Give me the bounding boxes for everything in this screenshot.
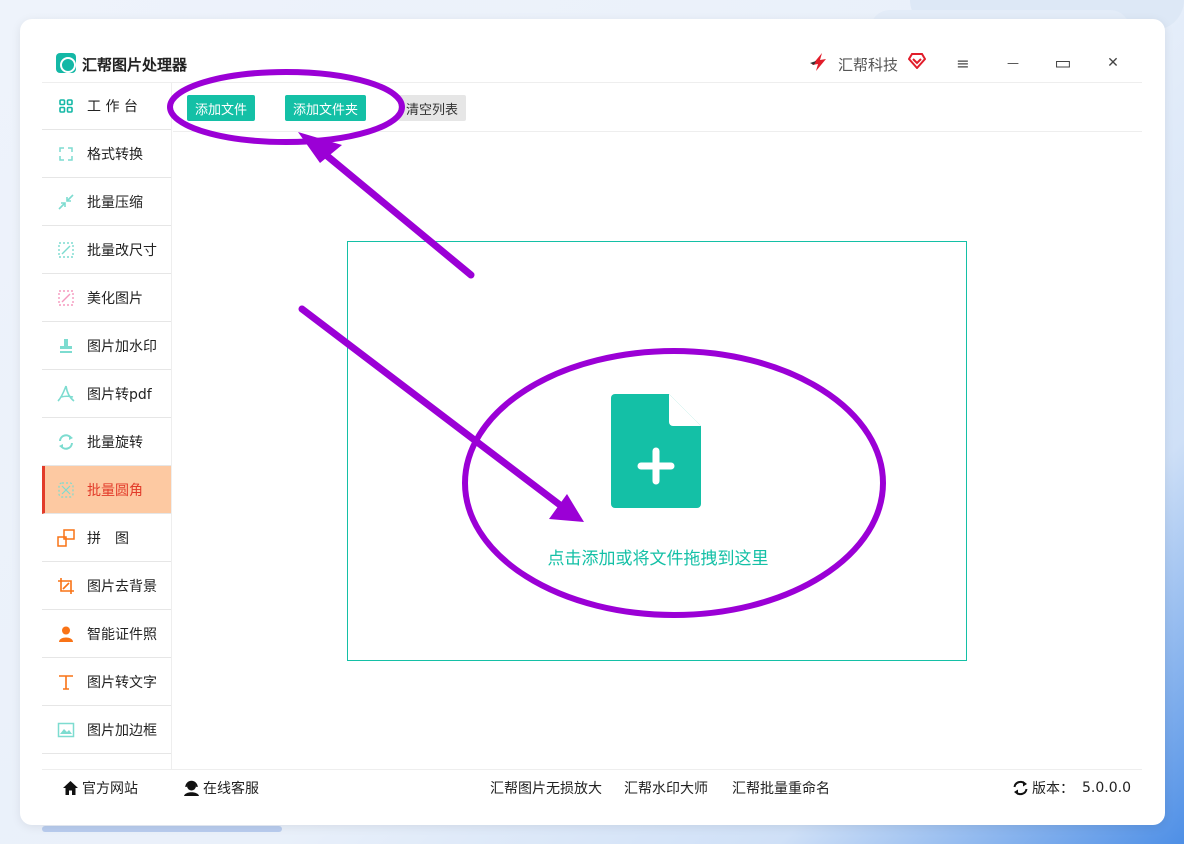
sidebar-item-batch-rotate[interactable]: 批量旋转 — [42, 418, 171, 466]
sidebar-item-to-text[interactable]: 图片转文字 — [42, 658, 171, 706]
grid-icon — [56, 96, 76, 116]
rotate-icon — [56, 432, 76, 452]
app-logo-icon — [56, 53, 76, 73]
sidebar-item-label: 批量旋转 — [87, 434, 143, 451]
support-agent-icon — [184, 780, 199, 796]
sidebar-item-add-border[interactable]: 图片加边框 — [42, 706, 171, 754]
home-icon — [63, 781, 78, 795]
refresh-icon — [1013, 780, 1028, 796]
app-window: 汇帮图片处理器 汇帮科技 ≡ — ▭ ✕ 工 作 台 格式转换 批量压缩 批量改… — [20, 19, 1165, 825]
sidebar-item-watermark[interactable]: 图片加水印 — [42, 322, 171, 370]
sidebar-item-label: 图片转文字 — [87, 674, 157, 691]
round-corner-icon — [56, 480, 76, 500]
sidebar-item-label: 批量改尺寸 — [87, 242, 157, 259]
minimize-button[interactable]: — — [999, 49, 1027, 77]
add-file-icon[interactable] — [611, 394, 701, 508]
sidebar-item-batch-resize[interactable]: 批量改尺寸 — [42, 226, 171, 274]
toolbar: 添加文件 添加文件夹 清空列表 — [173, 83, 1142, 132]
version-info[interactable]: 版本： 5.0.0.0 — [1012, 778, 1131, 798]
sidebar-item-batch-compress[interactable]: 批量压缩 — [42, 178, 171, 226]
add-folder-button[interactable]: 添加文件夹 — [285, 95, 367, 121]
maximize-button[interactable]: ▭ — [1049, 49, 1077, 77]
sidebar: 工 作 台 格式转换 批量压缩 批量改尺寸 美化图片 图片加水印 图片转pdf … — [42, 83, 172, 769]
sidebar-item-format-convert[interactable]: 格式转换 — [42, 130, 171, 178]
pdf-icon — [56, 384, 76, 404]
brand-name: 汇帮科技 — [838, 56, 899, 74]
official-website-label: 官方网站 — [82, 781, 138, 797]
sidebar-item-workbench[interactable]: 工 作 台 — [42, 83, 171, 130]
sidebar-item-label: 智能证件照 — [87, 626, 157, 643]
sidebar-item-label: 图片转pdf — [87, 386, 152, 403]
convert-icon — [56, 144, 76, 164]
sidebar-item-label: 格式转换 — [87, 146, 143, 163]
add-file-button[interactable]: 添加文件 — [187, 95, 256, 121]
menu-icon[interactable]: ≡ — [949, 49, 977, 77]
sidebar-item-label: 批量压缩 — [87, 194, 143, 211]
drop-zone-text: 点击添加或将文件拖拽到这里 — [547, 549, 769, 569]
official-website-link[interactable]: 官方网站 — [62, 778, 138, 798]
drop-zone[interactable]: 点击添加或将文件拖拽到这里 — [347, 241, 967, 661]
stamp-icon — [56, 336, 76, 356]
version-label: 版本： — [1032, 781, 1074, 797]
sidebar-item-label: 拼 图 — [87, 530, 129, 547]
compress-icon — [56, 192, 76, 212]
sidebar-item-remove-bg[interactable]: 图片去背景 — [42, 562, 171, 610]
app-title: 汇帮图片处理器 — [82, 56, 188, 74]
brand-logo-icon — [810, 53, 826, 71]
puzzle-icon — [56, 528, 76, 548]
sidebar-item-collage[interactable]: 拼 图 — [42, 514, 171, 562]
sidebar-item-label: 批量圆角 — [87, 482, 143, 499]
vip-heart-icon[interactable] — [908, 53, 926, 69]
sidebar-item-label: 图片去背景 — [87, 578, 157, 595]
crop-icon — [56, 576, 76, 596]
online-support-link[interactable]: 在线客服 — [183, 778, 259, 798]
version-number: 5.0.0.0 — [1082, 780, 1131, 796]
close-button[interactable]: ✕ — [1099, 49, 1127, 77]
text-icon — [56, 672, 76, 692]
beautify-icon — [56, 288, 76, 308]
sidebar-item-round-corner[interactable]: 批量圆角 — [42, 466, 171, 514]
footer: 官方网站 在线客服 汇帮图片无损放大 汇帮水印大师 汇帮批量重命名 版本： 5.… — [42, 769, 1142, 801]
sidebar-item-label: 工 作 台 — [87, 99, 138, 115]
sidebar-item-id-photo[interactable]: 智能证件照 — [42, 610, 171, 658]
clear-list-button[interactable]: 清空列表 — [398, 95, 467, 121]
online-support-label: 在线客服 — [203, 781, 259, 797]
footer-link-upscale[interactable]: 汇帮图片无损放大 — [490, 778, 602, 798]
footer-link-rename[interactable]: 汇帮批量重命名 — [732, 778, 830, 798]
title-bar: 汇帮图片处理器 汇帮科技 ≡ — ▭ ✕ — [42, 43, 1142, 83]
sidebar-item-label: 图片加边框 — [87, 722, 157, 739]
sidebar-item-to-pdf[interactable]: 图片转pdf — [42, 370, 171, 418]
background-shape — [42, 826, 282, 832]
footer-link-watermark[interactable]: 汇帮水印大师 — [624, 778, 708, 798]
sidebar-item-beautify[interactable]: 美化图片 — [42, 274, 171, 322]
resize-icon — [56, 240, 76, 260]
frame-icon — [56, 720, 76, 740]
sidebar-item-label: 图片加水印 — [87, 338, 157, 355]
person-icon — [56, 624, 76, 644]
sidebar-item-label: 美化图片 — [87, 290, 143, 307]
